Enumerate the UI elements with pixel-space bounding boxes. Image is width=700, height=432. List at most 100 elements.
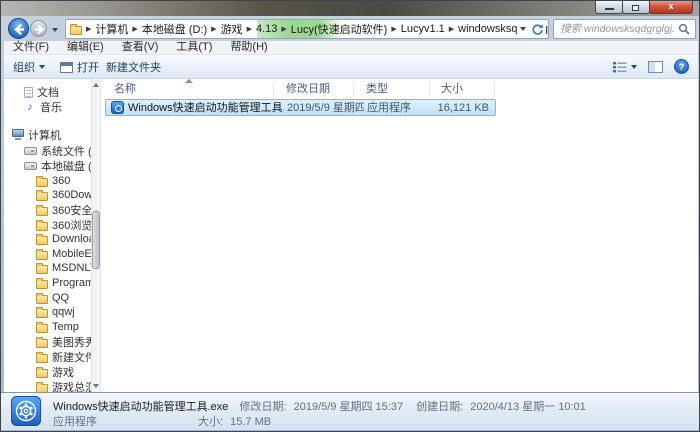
breadcrumb-separator: ▶ bbox=[391, 26, 397, 33]
restore-button[interactable] bbox=[622, 1, 650, 14]
command-toolbar: 组织 打开 新建文件夹 bbox=[4, 55, 698, 79]
sidebar-item-qq[interactable]: QQ bbox=[36, 291, 69, 305]
chevron-down-icon bbox=[631, 64, 637, 69]
status-size-label: 大小: bbox=[198, 416, 224, 428]
scroll-down-icon[interactable] bbox=[92, 380, 100, 392]
search-input[interactable] bbox=[554, 20, 674, 38]
status-modified-value: 2019/5/9 星期四 15:37 bbox=[293, 401, 404, 413]
menu-item-file[interactable]: 文件(F) bbox=[4, 41, 58, 54]
organize-button[interactable]: 组织 bbox=[9, 58, 49, 76]
breadcrumb-item-games[interactable]: 游戏 bbox=[219, 21, 245, 37]
title-bar[interactable]: x bbox=[1, 1, 699, 16]
column-divider[interactable] bbox=[273, 82, 274, 96]
folder-icon bbox=[36, 351, 48, 363]
forward-button[interactable] bbox=[30, 20, 47, 37]
application-file-icon bbox=[111, 101, 124, 114]
address-bar-controls bbox=[518, 20, 546, 38]
sidebar-item-games-collection[interactable]: 游戏总汇 bbox=[36, 380, 96, 392]
toolbar-right-group bbox=[612, 59, 689, 74]
sidebar-item-qqwj[interactable]: qqwj bbox=[36, 305, 75, 319]
search-box bbox=[553, 19, 696, 39]
nav-history-chevron-icon[interactable] bbox=[52, 28, 58, 32]
menu-item-view[interactable]: 查看(V) bbox=[113, 41, 168, 54]
menu-item-help[interactable]: 帮助(H) bbox=[221, 41, 276, 54]
search-icon[interactable] bbox=[678, 23, 691, 36]
navigation-bar: ▶ 计算机 ▶ 本地磁盘 (D:) ▶ 游戏 ▶ 4.13 ▶ Lucy(快速启… bbox=[1, 16, 699, 41]
breadcrumb-separator: ▶ bbox=[281, 26, 287, 33]
sort-ascending-icon bbox=[185, 79, 193, 83]
scroll-up-icon[interactable] bbox=[92, 79, 100, 91]
status-created-value: 2020/4/13 星期一 10:01 bbox=[470, 401, 586, 413]
music-icon bbox=[24, 101, 36, 113]
sidebar-item-games[interactable]: 游戏 bbox=[36, 365, 74, 379]
sidebar-item-label: 文档 bbox=[37, 87, 59, 99]
folder-icon bbox=[36, 204, 48, 216]
address-bar[interactable]: ▶ 计算机 ▶ 本地磁盘 (D:) ▶ 游戏 ▶ 4.13 ▶ Lucy(快速启… bbox=[65, 19, 549, 39]
sidebar-item-msdnly[interactable]: MSDNLY bbox=[36, 261, 97, 275]
back-arrow-icon bbox=[14, 23, 24, 36]
folder-icon bbox=[36, 366, 48, 378]
new-folder-button[interactable]: 新建文件夹 bbox=[102, 58, 165, 76]
sidebar-item-music[interactable]: 音乐 bbox=[24, 100, 62, 114]
breadcrumb-separator: ▶ bbox=[246, 26, 252, 33]
computer-icon bbox=[12, 129, 24, 140]
breadcrumb-item-413[interactable]: 4.13 bbox=[254, 23, 279, 35]
sidebar-item-drive-c[interactable]: 系统文件 (C:) bbox=[24, 144, 100, 158]
close-button[interactable]: x bbox=[649, 1, 693, 14]
sidebar-item-temp[interactable]: Temp bbox=[36, 320, 79, 334]
sidebar-item-360[interactable]: 360 bbox=[36, 174, 70, 188]
breadcrumb-item-drive-d[interactable]: 本地磁盘 (D:) bbox=[140, 21, 209, 37]
folder-icon bbox=[36, 381, 48, 392]
forward-arrow-icon bbox=[35, 24, 45, 35]
sidebar-item-documents[interactable]: 文档 bbox=[24, 85, 59, 99]
help-button[interactable] bbox=[674, 59, 689, 74]
restore-icon bbox=[632, 5, 639, 11]
hard-drive-icon bbox=[24, 147, 37, 155]
sidebar-item-computer[interactable]: 计算机 bbox=[12, 128, 61, 142]
open-button[interactable]: 打开 bbox=[56, 58, 103, 76]
status-size-value: 15.7 MB bbox=[230, 416, 272, 428]
folder-icon bbox=[36, 262, 48, 274]
view-options-button[interactable] bbox=[612, 61, 637, 73]
file-row[interactable]: Windows快速启动功能管理工具.exe 2019/5/9 星期四 ... 应… bbox=[105, 99, 496, 116]
open-app-icon bbox=[60, 61, 73, 73]
column-divider[interactable] bbox=[429, 82, 430, 96]
refresh-icon[interactable] bbox=[531, 23, 544, 36]
sidebar-item-meitu[interactable]: 美图秀秀 bbox=[36, 335, 96, 349]
close-icon: x bbox=[668, 1, 674, 11]
organize-label: 组织 bbox=[13, 62, 35, 74]
chevron-down-icon bbox=[39, 65, 45, 69]
sidebar-item-label: Temp bbox=[52, 321, 79, 333]
column-header-type[interactable]: 类型 bbox=[366, 81, 388, 97]
menu-item-edit[interactable]: 编辑(E) bbox=[58, 41, 113, 54]
breadcrumb-separator: ▶ bbox=[211, 26, 217, 33]
file-list-pane: 名称 修改日期 类型 大小 Windows快速启动功能管理工具.exe 2019… bbox=[101, 79, 698, 392]
explorer-window: x ▶ 计算机 ▶ 本地磁盘 (D:) ▶ 游戏 ▶ 4.13 ▶ Lucy(快… bbox=[0, 0, 700, 432]
status-file-type: 应用程序 bbox=[53, 416, 97, 428]
address-dropdown-icon[interactable] bbox=[520, 27, 526, 31]
column-header-size[interactable]: 大小 bbox=[441, 81, 463, 97]
list-view-icon bbox=[613, 61, 627, 72]
back-button[interactable] bbox=[8, 18, 29, 39]
minimize-button[interactable] bbox=[595, 1, 623, 14]
preview-pane-button[interactable] bbox=[648, 60, 663, 73]
sidebar-item-label: 音乐 bbox=[40, 102, 62, 114]
column-header-name[interactable]: 名称 bbox=[114, 81, 136, 97]
navigation-pane: 文档 音乐 计算机 系统文件 (C:) 本地磁盘 (D:) 360 360Dow… bbox=[4, 79, 100, 392]
breadcrumb-item-computer[interactable]: 计算机 bbox=[93, 21, 130, 37]
new-folder-label: 新建文件夹 bbox=[106, 62, 161, 74]
breadcrumb-item-lucy[interactable]: Lucy(快速启动软件) bbox=[289, 21, 390, 37]
menu-item-tools[interactable]: 工具(T) bbox=[167, 41, 221, 54]
sidebar-item-drive-d[interactable]: 本地磁盘 (D:) bbox=[24, 159, 100, 173]
sidebar-item-label: 游戏总汇 bbox=[52, 382, 96, 392]
sidebar-item-label: 游戏 bbox=[52, 367, 74, 379]
document-icon bbox=[24, 86, 33, 98]
sidebar-item-label: 美图秀秀 bbox=[52, 337, 96, 349]
scrollbar-thumb[interactable] bbox=[92, 211, 100, 269]
column-divider[interactable] bbox=[353, 82, 354, 96]
column-header-modified[interactable]: 修改日期 bbox=[286, 81, 330, 97]
minimize-icon bbox=[605, 8, 614, 10]
breadcrumb-item-lucyv11[interactable]: Lucyv1.1 bbox=[399, 23, 447, 35]
column-divider[interactable] bbox=[494, 82, 495, 96]
sidebar-scrollbar[interactable] bbox=[91, 79, 100, 392]
